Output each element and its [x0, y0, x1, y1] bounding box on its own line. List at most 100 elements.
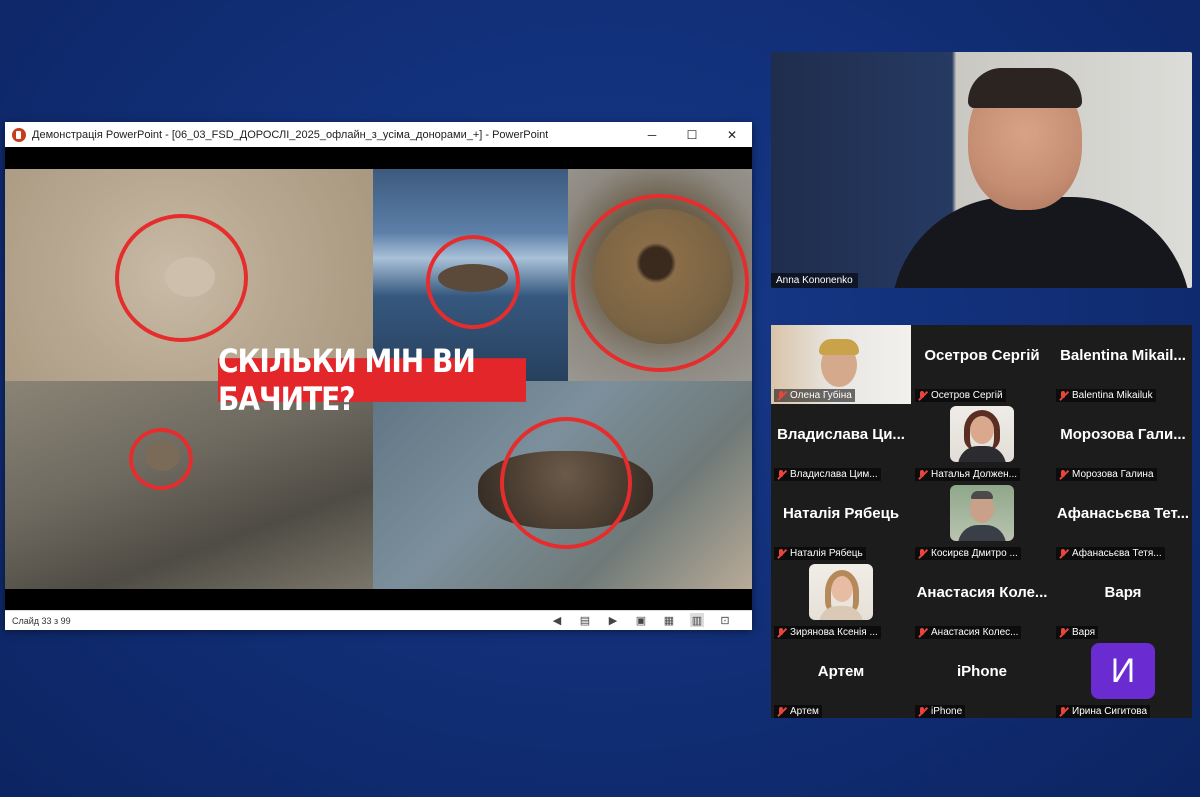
participant-label: Варя: [1056, 626, 1099, 639]
participant-hair: [971, 491, 993, 499]
participant-name: Ирина Сигитова: [1072, 706, 1148, 717]
participant-name: Анастасия Колес...: [931, 627, 1019, 638]
powerpoint-app-icon: [12, 127, 26, 142]
participant-name: Морозова Галина: [1072, 469, 1154, 480]
muted-mic-icon: [917, 627, 927, 638]
participant-label: Олена Губіна: [774, 389, 855, 402]
participant-hair: [819, 339, 859, 355]
participant-display-name: Варя: [1104, 584, 1142, 601]
participant-name: Афанасьєва Тетя...: [1072, 548, 1162, 559]
participant-name: Осетров Сергій: [931, 390, 1003, 401]
slide-menu-icon[interactable]: ▤: [578, 613, 592, 627]
participant-label: iPhone: [915, 705, 966, 718]
highlight-circle: [500, 417, 632, 549]
participant-label: Анастасия Колес...: [915, 626, 1022, 639]
status-bar: Слайд 33 з 99 ◀ ▤ ▶ ▣ ▦ ▥ ⊡: [5, 610, 752, 630]
participant-gallery: Олена Губіна Осетров Сергій Осетров Серг…: [771, 325, 1192, 718]
participant-display-name: Наталія Рябець: [782, 505, 900, 522]
participant-tile[interactable]: Зирянова Ксенія ...: [771, 562, 911, 641]
participant-name: Balentina Mikailuk: [1072, 390, 1153, 401]
participant-tile[interactable]: Balentina Mikail... Balentina Mikailuk: [1053, 325, 1193, 404]
participant-name: Артем: [790, 706, 819, 717]
participant-tile[interactable]: Морозова Гали... Морозова Галина: [1053, 404, 1193, 483]
participant-hair: [964, 410, 1000, 450]
participant-display-name: Морозова Гали...: [1060, 426, 1186, 443]
reading-view-icon[interactable]: ▥: [690, 613, 704, 627]
muted-mic-icon: [776, 390, 786, 401]
participant-display-name: Артем: [817, 663, 865, 680]
muted-mic-icon: [1058, 469, 1068, 480]
powerpoint-title-bar[interactable]: Демонстрація PowerPoint - [06_03_FSD_ДОР…: [5, 122, 752, 147]
normal-view-icon[interactable]: ▣: [634, 613, 648, 627]
minimize-button[interactable]: ─: [632, 122, 672, 147]
participant-tile[interactable]: Наталія Рябець Наталія Рябець: [771, 483, 911, 562]
participant-display-name: iPhone: [956, 663, 1007, 680]
participant-label: Косирєв Дмитро ...: [915, 547, 1021, 560]
participant-avatar: [809, 564, 873, 620]
speaker-body: [891, 197, 1191, 288]
muted-mic-icon: [776, 627, 786, 638]
muted-mic-icon: [917, 706, 927, 717]
highlight-circle: [426, 235, 520, 329]
participant-tile[interactable]: Артем Артем: [771, 641, 911, 720]
participant-tile[interactable]: iPhone iPhone: [912, 641, 1052, 720]
participant-name: Зирянова Ксенія ...: [790, 627, 878, 638]
participant-tile[interactable]: Анастасия Коле... Анастасия Колес...: [912, 562, 1052, 641]
participant-label: Артем: [774, 705, 822, 718]
slide-headline: СКІЛЬКИ МІН ВИ БАЧИТЕ?: [218, 342, 526, 418]
powerpoint-window-title: Демонстрація PowerPoint - [06_03_FSD_ДОР…: [32, 128, 549, 141]
speaker-video[interactable]: Anna Kononenko: [771, 52, 1192, 288]
participant-display-name: Анастасия Коле...: [916, 584, 1048, 601]
participant-name: iPhone: [931, 706, 963, 717]
slide-sorter-icon[interactable]: ▦: [662, 613, 676, 627]
participant-label: Наталія Рябець: [774, 547, 866, 560]
muted-mic-icon: [917, 390, 927, 401]
participant-name: Варя: [1072, 627, 1096, 638]
highlight-circle: [129, 428, 193, 490]
participant-name: Олена Губіна: [790, 390, 852, 401]
participant-display-name: Владислава Ци...: [777, 426, 905, 443]
participant-label: Афанасьєва Тетя...: [1056, 547, 1165, 560]
powerpoint-window[interactable]: Демонстрація PowerPoint - [06_03_FSD_ДОР…: [5, 122, 752, 630]
participant-tile[interactable]: Наталья Должен...: [912, 404, 1052, 483]
muted-mic-icon: [1058, 390, 1068, 401]
highlight-circle: [571, 194, 749, 372]
participant-tile[interactable]: Варя Варя: [1053, 562, 1193, 641]
maximize-button[interactable]: ☐: [672, 122, 712, 147]
slide-area[interactable]: СКІЛЬКИ МІН ВИ БАЧИТЕ?: [5, 147, 752, 610]
participant-tile[interactable]: Владислава Ци... Владислава Цим...: [771, 404, 911, 483]
speaker-name-tag: Anna Kononenko: [771, 273, 858, 288]
muted-mic-icon: [1058, 627, 1068, 638]
participant-name: Владислава Цим...: [790, 469, 878, 480]
participant-body: [958, 525, 1006, 541]
muted-mic-icon: [1058, 548, 1068, 559]
participant-avatar: [950, 485, 1014, 541]
muted-mic-icon: [917, 469, 927, 480]
participant-tile[interactable]: Афанасьєва Тет... Афанасьєва Тетя...: [1053, 483, 1193, 562]
participant-name: Наталья Должен...: [931, 469, 1018, 480]
slideshow-icon[interactable]: ⊡: [718, 613, 732, 627]
participant-tile[interactable]: Осетров Сергій Осетров Сергій: [912, 325, 1052, 404]
participant-avatar: [950, 406, 1014, 462]
speaker-hair: [968, 68, 1082, 108]
participant-tile[interactable]: Олена Губіна: [771, 325, 911, 404]
participant-label: Осетров Сергій: [915, 389, 1006, 402]
highlight-circle: [115, 214, 248, 342]
participant-tile[interactable]: Косирєв Дмитро ...: [912, 483, 1052, 562]
slide-content: СКІЛЬКИ МІН ВИ БАЧИТЕ?: [5, 169, 752, 589]
muted-mic-icon: [776, 469, 786, 480]
participant-label: Зирянова Ксенія ...: [774, 626, 881, 639]
participant-label: Balentina Mikailuk: [1056, 389, 1156, 402]
slide-counter: Слайд 33 з 99: [12, 615, 71, 626]
muted-mic-icon: [776, 548, 786, 559]
participant-initial-avatar: И: [1091, 643, 1155, 699]
close-button[interactable]: ✕: [712, 122, 752, 147]
participant-tile[interactable]: И Ирина Сигитова: [1053, 641, 1193, 720]
participant-name: Косирєв Дмитро ...: [931, 548, 1018, 559]
participant-body: [958, 446, 1006, 462]
window-controls: ─ ☐ ✕: [632, 122, 752, 147]
participant-display-name: Осетров Сергій: [924, 347, 1040, 364]
participant-label: Наталья Должен...: [915, 468, 1021, 481]
next-slide-icon[interactable]: ▶: [606, 613, 620, 627]
previous-slide-icon[interactable]: ◀: [550, 613, 564, 627]
